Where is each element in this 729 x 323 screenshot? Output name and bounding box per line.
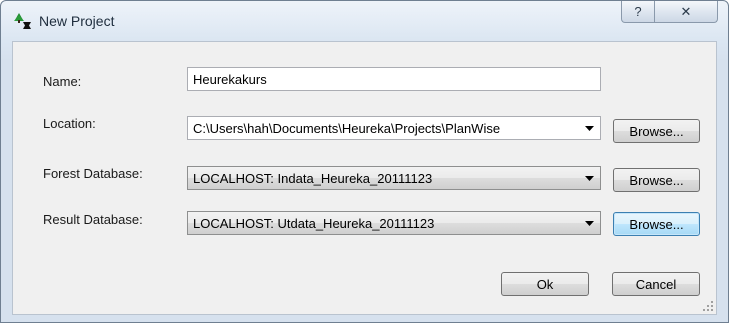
chevron-down-icon[interactable] <box>578 117 600 139</box>
new-project-dialog: New Project ? ✕ Name: Location: C:\Users… <box>0 0 729 323</box>
dialog-body: Name: Location: C:\Users\hah\Documents\H… <box>12 41 717 315</box>
location-browse-button[interactable]: Browse... <box>613 119 700 143</box>
location-label: Location: <box>43 116 96 131</box>
chevron-down-icon[interactable] <box>578 212 600 234</box>
title-bar[interactable]: New Project ? ✕ <box>1 1 728 41</box>
forest-database-browse-button[interactable]: Browse... <box>613 168 700 192</box>
location-combobox[interactable]: C:\Users\hah\Documents\Heureka\Projects\… <box>187 116 601 140</box>
location-value[interactable]: C:\Users\hah\Documents\Heureka\Projects\… <box>188 121 578 136</box>
resize-grip-icon[interactable] <box>702 300 714 312</box>
name-label: Name: <box>43 74 82 89</box>
ok-button[interactable]: Ok <box>501 272 589 296</box>
forest-database-dropdown[interactable]: LOCALHOST: Indata_Heureka_20111123 <box>187 166 601 190</box>
help-button[interactable]: ? <box>621 1 655 23</box>
name-input[interactable] <box>187 67 601 91</box>
result-database-dropdown[interactable]: LOCALHOST: Utdata_Heureka_20111123 <box>187 211 601 235</box>
close-button[interactable]: ✕ <box>655 1 718 23</box>
forest-database-value[interactable]: LOCALHOST: Indata_Heureka_20111123 <box>188 171 578 186</box>
chevron-down-icon[interactable] <box>578 167 600 189</box>
close-icon: ✕ <box>680 3 692 19</box>
result-database-browse-button[interactable]: Browse... <box>613 212 700 236</box>
result-database-value[interactable]: LOCALHOST: Utdata_Heureka_20111123 <box>188 216 578 231</box>
help-icon: ? <box>634 4 642 19</box>
result-database-label: Result Database: <box>43 212 143 227</box>
cancel-button[interactable]: Cancel <box>612 272 700 296</box>
window-title: New Project <box>39 13 115 29</box>
heureka-app-icon <box>14 13 31 29</box>
forest-database-label: Forest Database: <box>43 166 143 181</box>
